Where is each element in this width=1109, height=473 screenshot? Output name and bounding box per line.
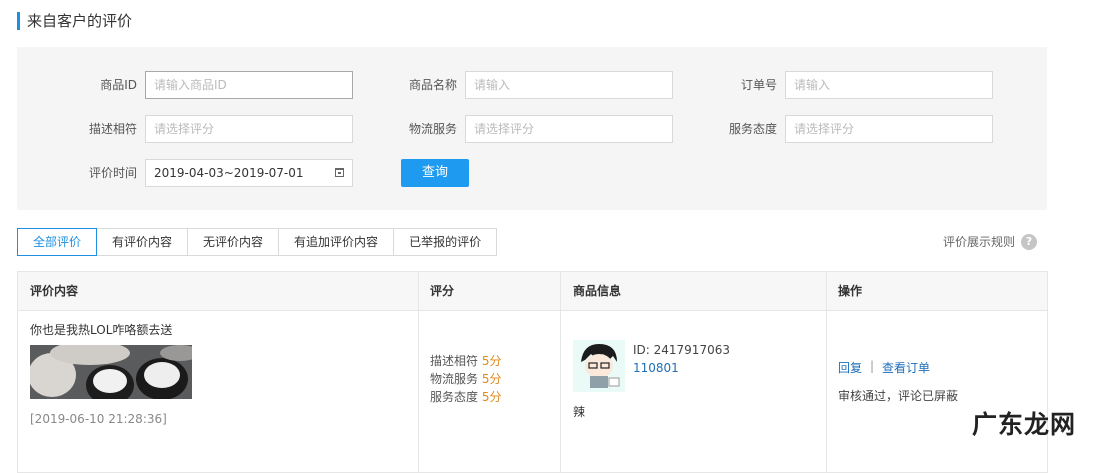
- score-label: 描述相符: [430, 354, 479, 368]
- review-status: 审核通过，评论已屏蔽: [838, 389, 959, 403]
- score-value: 5分: [481, 390, 502, 404]
- reply-link[interactable]: 回复: [838, 359, 862, 376]
- view-order-link[interactable]: 查看订单: [882, 359, 930, 376]
- action-separator: |: [870, 359, 875, 373]
- column-divider: [560, 272, 561, 472]
- product-id-input[interactable]: 请输入商品ID: [145, 71, 353, 99]
- product-name: 辣: [573, 405, 586, 419]
- help-icon[interactable]: ?: [1021, 234, 1037, 250]
- service-select[interactable]: 请选择评分: [785, 115, 993, 143]
- calendar-icon[interactable]: [335, 168, 344, 177]
- page-title: 来自客户的评价: [17, 12, 132, 30]
- order-no-label: 订单号: [740, 78, 777, 92]
- review-time-value: 2019-04-03~2019-07-01: [154, 166, 304, 180]
- filter-panel: 商品ID 请输入商品ID 商品名称 请输入 订单号 请输入 描述相符 请选择评分…: [17, 47, 1047, 210]
- product-id-placeholder: 请输入商品ID: [154, 78, 227, 92]
- review-time-range-input[interactable]: 2019-04-03~2019-07-01: [145, 159, 353, 187]
- score-value: 5分: [481, 354, 502, 368]
- score-service: 服务态度 5分: [430, 388, 501, 406]
- order-no-input[interactable]: 请输入: [785, 71, 993, 99]
- header-actions: 操作: [838, 284, 863, 298]
- header-score: 评分: [430, 284, 455, 298]
- tab-with-content[interactable]: 有评价内容: [96, 228, 189, 256]
- score-desc-match: 描述相符 5分: [430, 352, 501, 370]
- tab-all-reviews[interactable]: 全部评价: [17, 228, 98, 256]
- score-label: 物流服务: [430, 372, 479, 386]
- review-timestamp: [2019-06-10 21:28:36]: [30, 412, 167, 426]
- table-header: 评价内容 评分 商品信息 操作: [18, 272, 1047, 311]
- review-comment: 你也是我热LOL咋咯额去送: [30, 323, 173, 337]
- service-placeholder: 请选择评分: [794, 122, 855, 136]
- service-label: 服务态度: [728, 122, 777, 136]
- desc-match-select[interactable]: 请选择评分: [145, 115, 353, 143]
- product-id-label: 商品ID: [100, 78, 137, 92]
- product-name-input[interactable]: 请输入: [465, 71, 673, 99]
- review-table: 评价内容 评分 商品信息 操作 你也是我热LOL咋咯额去送 [2019-06-1…: [17, 271, 1048, 473]
- query-button[interactable]: 查询: [401, 159, 469, 187]
- product-avatar-image: [573, 340, 625, 392]
- logistics-select[interactable]: 请选择评分: [465, 115, 673, 143]
- logistics-label: 物流服务: [408, 122, 457, 136]
- product-thumbnail[interactable]: [573, 340, 625, 392]
- score-logistics: 物流服务 5分: [430, 370, 501, 388]
- tab-with-followup[interactable]: 有追加评价内容: [278, 228, 395, 256]
- product-name-placeholder: 请输入: [474, 78, 511, 92]
- desc-match-placeholder: 请选择评分: [154, 122, 215, 136]
- product-name-label: 商品名称: [408, 78, 457, 92]
- logistics-placeholder: 请选择评分: [474, 122, 535, 136]
- tab-without-content[interactable]: 无评价内容: [187, 228, 280, 256]
- desc-match-label: 描述相符: [88, 122, 137, 136]
- review-filter-tabs: 全部评价 有评价内容 无评价内容 有追加评价内容 已举报的评价: [17, 228, 498, 256]
- header-product: 商品信息: [573, 284, 622, 298]
- tab-reported[interactable]: 已举报的评价: [393, 228, 498, 256]
- review-time-label: 评价时间: [88, 166, 137, 180]
- product-sku-link[interactable]: 110801: [633, 361, 679, 375]
- product-id: ID: 2417917063: [633, 343, 730, 357]
- order-no-placeholder: 请输入: [794, 78, 831, 92]
- score-label: 服务态度: [430, 390, 479, 404]
- review-rules-link[interactable]: 评价展示规则: [943, 234, 1015, 250]
- column-divider: [418, 272, 419, 472]
- review-photo[interactable]: [30, 345, 192, 399]
- header-comment: 评价内容: [30, 284, 79, 298]
- watermark-logo: 广东龙网: [972, 410, 1077, 439]
- review-photo-image: [30, 345, 192, 399]
- score-value: 5分: [481, 372, 502, 386]
- column-divider: [826, 272, 827, 472]
